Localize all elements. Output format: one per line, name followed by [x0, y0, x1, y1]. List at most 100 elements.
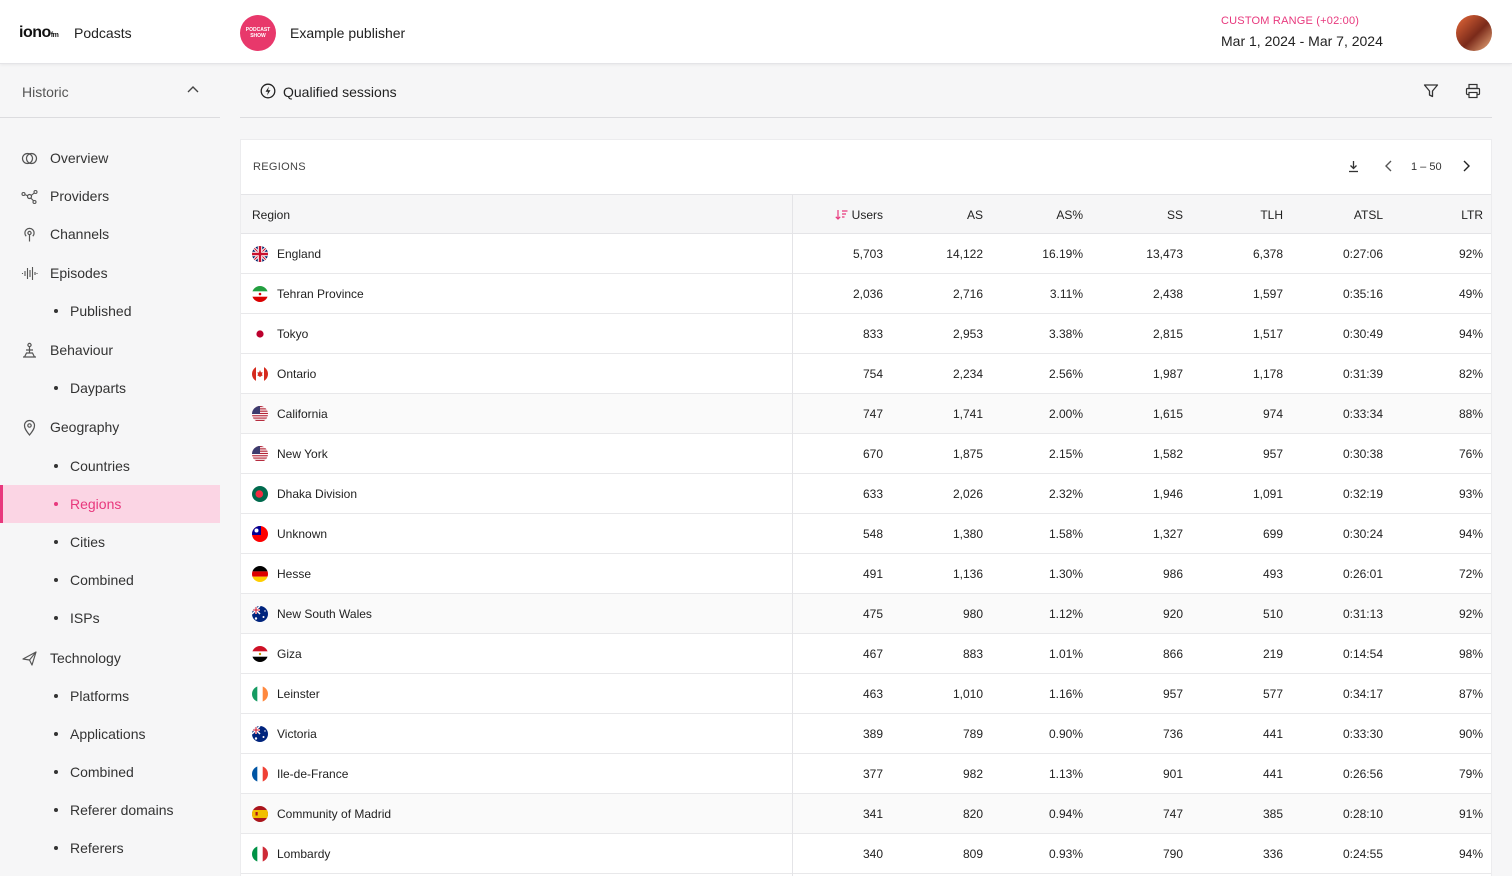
sidebar-item-geography[interactable]: Geography	[0, 408, 220, 446]
cell-asp: 3.38%	[1048, 327, 1083, 341]
table-row[interactable]: Tokyo 833 2,953 3.38% 2,815 1,517 0:30:49 94%	[241, 314, 1491, 354]
region-name: Dhaka Division	[277, 487, 358, 501]
sidebar-item-combined[interactable]: Combined	[0, 753, 220, 791]
header-ss[interactable]: SS	[1101, 195, 1183, 235]
publisher-name[interactable]: Example publisher	[290, 25, 405, 41]
cell-ss: 13,473	[1146, 247, 1183, 261]
flag-fr-icon	[252, 766, 268, 782]
cell-users: 833	[862, 327, 883, 341]
cell-asp: 1.30%	[1048, 567, 1083, 581]
cell-atsl: 0:30:49	[1342, 327, 1383, 341]
region-name: Tokyo	[277, 327, 309, 341]
header-users-label: Users	[851, 208, 883, 222]
chevron-up-icon[interactable]	[186, 83, 200, 97]
chevron-right-icon[interactable]	[1459, 159, 1473, 173]
bullet-icon	[54, 808, 58, 812]
flag-au-icon	[252, 726, 268, 742]
cell-asp: 0.94%	[1048, 807, 1083, 821]
date-range-label[interactable]: CUSTOM RANGE (+02:00)	[1221, 15, 1359, 27]
cell-ss: 2,815	[1152, 327, 1183, 341]
cell-asp: 2.15%	[1048, 447, 1083, 461]
publisher-avatar-text: PODCAST SHOW	[245, 27, 271, 39]
cell-tlh: 1,091	[1252, 487, 1283, 501]
cell-as: 14,122	[946, 247, 983, 261]
header-users[interactable]: Users	[801, 195, 883, 235]
cell-tlh: 6,378	[1252, 247, 1283, 261]
table-row[interactable]: Unknown 548 1,380 1.58% 1,327 699 0:30:24 94%	[241, 514, 1491, 554]
user-avatar[interactable]	[1456, 15, 1492, 51]
header-region[interactable]: Region	[252, 195, 290, 235]
chevron-left-icon[interactable]	[1382, 159, 1396, 173]
sidebar-item-technology[interactable]: Technology	[0, 639, 220, 677]
cell-ltr: 79%	[1458, 767, 1483, 781]
sidebar-item-countries[interactable]: Countries	[0, 447, 220, 485]
top-bar: ionofm Podcasts PODCAST SHOW Example pub…	[0, 0, 1512, 64]
sidebar-item-applications[interactable]: Applications	[0, 715, 220, 753]
table-row[interactable]: Hesse 491 1,136 1.30% 986 493 0:26:01 72%	[241, 554, 1491, 594]
header-as-percent[interactable]: AS%	[1001, 195, 1083, 235]
iono-logo[interactable]: ionofm	[19, 24, 59, 42]
table-row[interactable]: Leinster 463 1,010 1.16% 957 577 0:34:17 87%	[241, 674, 1491, 714]
sidebar-item-dayparts[interactable]: Dayparts	[0, 369, 220, 407]
print-icon[interactable]	[1465, 83, 1481, 99]
header-atsl[interactable]: ATSL	[1301, 195, 1383, 235]
table-row[interactable]: Community of Madrid 341 820 0.94% 747 385 0:28…	[241, 794, 1491, 834]
sidebar-item-published[interactable]: Published	[0, 292, 220, 330]
header-as[interactable]: AS	[901, 195, 983, 235]
cell-ltr: 87%	[1458, 687, 1483, 701]
sidebar-item-referers[interactable]: Referers	[0, 829, 220, 867]
bullet-icon	[54, 540, 58, 544]
cell-as: 1,875	[952, 447, 983, 461]
cell-atsl: 0:14:54	[1342, 647, 1383, 661]
bullet-icon	[54, 464, 58, 468]
sidebar-item-referer-domains[interactable]: Referer domains	[0, 791, 220, 829]
sidebar-item-channels[interactable]: Channels	[0, 215, 220, 253]
sidebar-item-overview[interactable]: Overview	[0, 139, 220, 177]
table-row[interactable]: Dhaka Division 633 2,026 2.32% 1,946 1,091 0:3…	[241, 474, 1491, 514]
table-row[interactable]: California 747 1,741 2.00% 1,615 974 0:33:34 88…	[241, 394, 1491, 434]
episodes-icon	[21, 267, 38, 280]
cell-tlh: 974	[1262, 407, 1283, 421]
sidebar-item-providers[interactable]: Providers	[0, 177, 220, 215]
cell-atsl: 0:35:16	[1342, 287, 1383, 301]
cell-as: 980	[962, 607, 983, 621]
cell-users: 2,036	[852, 287, 883, 301]
table-row[interactable]: New York 670 1,875 2.15% 1,582 957 0:30:38 76%	[241, 434, 1491, 474]
sidebar-item-isps[interactable]: ISPs	[0, 599, 220, 637]
sidebar-item-regions[interactable]: Regions	[0, 485, 220, 523]
cell-atsl: 0:26:56	[1342, 767, 1383, 781]
table-row[interactable]: Giza 467 883 1.01% 866 219 0:14:54 98%	[241, 634, 1491, 674]
header-tlh[interactable]: TLH	[1201, 195, 1283, 235]
download-icon[interactable]	[1346, 159, 1361, 174]
region-name: Unknown	[277, 527, 328, 541]
sidebar-item-episodes[interactable]: Episodes	[0, 254, 220, 292]
sidebar-item-label: Overview	[50, 150, 109, 166]
table-row[interactable]: Lombardy 340 809 0.93% 790 336 0:24:55 94%	[241, 834, 1491, 874]
sidebar-item-behaviour[interactable]: Behaviour	[0, 331, 220, 369]
header-ltr[interactable]: LTR	[1401, 195, 1483, 235]
bullet-icon	[54, 846, 58, 850]
cell-ss: 736	[1162, 727, 1183, 741]
region-name: Hesse	[277, 567, 312, 581]
table-row[interactable]: Victoria 389 789 0.90% 736 441 0:33:30 90%	[241, 714, 1491, 754]
table-row[interactable]: England 5,703 14,122 16.19% 13,473 6,378 0:27:…	[241, 234, 1491, 274]
cell-tlh: 1,517	[1252, 327, 1283, 341]
section-selector-historic[interactable]: Historic	[22, 84, 69, 100]
region-name: Giza	[277, 647, 302, 661]
sidebar-item-cities[interactable]: Cities	[0, 523, 220, 561]
publisher-avatar[interactable]: PODCAST SHOW	[240, 15, 276, 51]
sidebar-item-platforms[interactable]: Platforms	[0, 677, 220, 715]
table-row[interactable]: Ile-de-France 377 982 1.13% 901 441 0:26:56 79%	[241, 754, 1491, 794]
table-row[interactable]: Ontario 754 2,234 2.56% 1,987 1,178 0:31:39 82%	[241, 354, 1491, 394]
cell-as: 883	[962, 647, 983, 661]
bolt-icon	[260, 83, 276, 99]
flag-bd-icon	[252, 486, 268, 502]
table-row[interactable]: Tehran Province 2,036 2,716 3.11% 2,438 1,597…	[241, 274, 1491, 314]
filter-icon[interactable]	[1423, 83, 1439, 99]
sidebar-item-combined[interactable]: Combined	[0, 561, 220, 599]
cell-atsl: 0:28:10	[1342, 807, 1383, 821]
date-range-value[interactable]: Mar 1, 2024 - Mar 7, 2024	[1221, 33, 1383, 49]
bullet-icon	[54, 616, 58, 620]
app-name[interactable]: Podcasts	[74, 25, 132, 41]
table-row[interactable]: New South Wales 475 980 1.12% 920 510 0:31:13 9…	[241, 594, 1491, 634]
